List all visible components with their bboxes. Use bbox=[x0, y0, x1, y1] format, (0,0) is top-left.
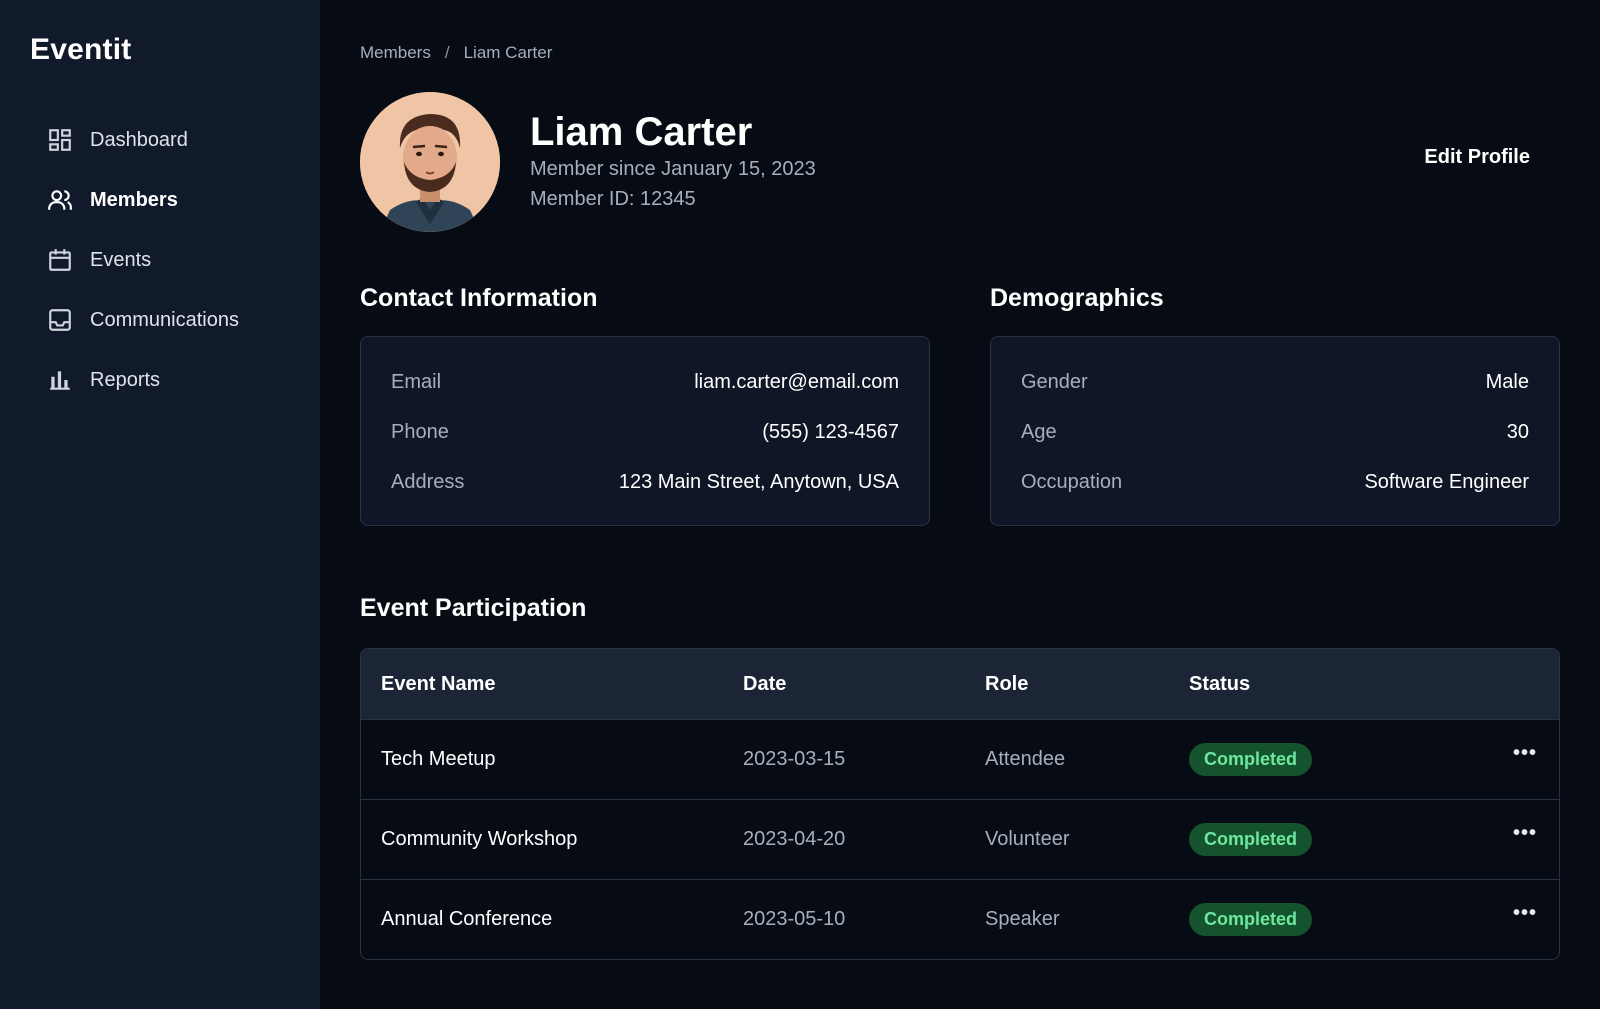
occupation-value: Software Engineer bbox=[1364, 470, 1529, 493]
event-date: 2023-03-15 bbox=[743, 748, 846, 770]
status-cell: Completed bbox=[1189, 903, 1429, 936]
more-options-icon[interactable]: ••• bbox=[1513, 902, 1537, 924]
address-value: 123 Main Street, Anytown, USA bbox=[618, 470, 899, 493]
actions-cell: ••• bbox=[1429, 822, 1559, 851]
table-row[interactable]: Community Workshop 2023-04-20 Volunteer … bbox=[361, 799, 1559, 879]
gender-value: Male bbox=[1485, 370, 1529, 393]
email-value[interactable]: liam.carter@email.com bbox=[694, 371, 899, 394]
status-cell: Completed bbox=[1189, 743, 1429, 776]
status-badge: Completed bbox=[1189, 903, 1313, 936]
more-options-icon[interactable]: ••• bbox=[1513, 822, 1537, 844]
calendar-icon bbox=[46, 246, 74, 274]
info-sections: Contact Information Email liam.carter@em… bbox=[360, 280, 1560, 526]
table-row[interactable]: Annual Conference 2023-05-10 Speaker Com… bbox=[361, 879, 1559, 959]
edit-profile-button[interactable]: Edit Profile bbox=[1424, 146, 1530, 169]
breadcrumb: Members / Liam Carter bbox=[360, 40, 1560, 66]
actions-cell: ••• bbox=[1429, 902, 1559, 931]
event-role: Attendee bbox=[985, 748, 1066, 770]
contact-section: Contact Information Email liam.carter@em… bbox=[360, 280, 930, 526]
sidebar-item-members[interactable]: Members bbox=[0, 170, 320, 230]
demographics-row-age: Age 30 bbox=[1021, 407, 1529, 457]
breadcrumb-separator: / bbox=[444, 43, 450, 62]
table-row[interactable]: Tech Meetup 2023-03-15 Attendee Complete… bbox=[361, 719, 1559, 799]
status-badge: Completed bbox=[1189, 823, 1313, 856]
sidebar-item-label: Members bbox=[90, 188, 178, 211]
event-name: Annual Conference bbox=[381, 908, 553, 930]
events-table: Event Name Date Role Status Tech Meetup … bbox=[360, 648, 1560, 960]
sidebar-nav: Dashboard Members Events Communications … bbox=[0, 110, 320, 410]
column-header-date: Date bbox=[743, 672, 787, 695]
sidebar-item-label: Dashboard bbox=[90, 128, 188, 151]
sidebar-item-label: Communications bbox=[90, 308, 239, 331]
field-label: Email bbox=[391, 370, 442, 393]
field-label: Gender bbox=[1021, 370, 1088, 393]
avatar bbox=[360, 92, 500, 232]
sidebar: Eventit Dashboard Members Events Communi… bbox=[0, 0, 320, 1009]
sidebar-item-dashboard[interactable]: Dashboard bbox=[0, 110, 320, 170]
table-header: Event Name Date Role Status bbox=[361, 649, 1559, 719]
profile-info: Liam Carter Member since January 15, 202… bbox=[530, 110, 816, 214]
dashboard-icon bbox=[46, 126, 74, 154]
breadcrumb-parent[interactable]: Members bbox=[360, 43, 431, 63]
sidebar-item-label: Events bbox=[90, 248, 152, 271]
sidebar-item-communications[interactable]: Communications bbox=[0, 290, 320, 350]
demographics-row-occupation: Occupation Software Engineer bbox=[1021, 457, 1529, 507]
profile-name: Liam Carter bbox=[530, 110, 753, 154]
contact-row-phone: Phone (555) 123-4567 bbox=[391, 407, 899, 457]
contact-card: Email liam.carter@email.com Phone (555) … bbox=[360, 336, 930, 526]
event-role: Volunteer bbox=[985, 828, 1070, 850]
sidebar-item-events[interactable]: Events bbox=[0, 230, 320, 290]
sidebar-item-label: Reports bbox=[90, 368, 161, 391]
member-id: Member ID: 12345 bbox=[530, 188, 696, 210]
column-header-status: Status bbox=[1189, 672, 1251, 695]
field-label: Occupation bbox=[1021, 470, 1123, 493]
event-role: Speaker bbox=[985, 908, 1060, 930]
event-date: 2023-04-20 bbox=[743, 828, 846, 850]
bar-chart-icon bbox=[46, 366, 74, 394]
phone-value: (555) 123-4567 bbox=[762, 420, 899, 443]
events-title: Event Participation bbox=[360, 594, 587, 622]
field-label: Address bbox=[391, 470, 465, 493]
member-since: Member since January 15, 2023 bbox=[530, 158, 816, 180]
age-value: 30 bbox=[1506, 420, 1529, 443]
contact-row-email: Email liam.carter@email.com bbox=[391, 357, 899, 407]
event-name: Tech Meetup bbox=[381, 748, 496, 770]
profile-header: Liam Carter Member since January 15, 202… bbox=[360, 92, 1560, 232]
contact-title: Contact Information bbox=[360, 284, 598, 312]
demographics-section: Demographics Gender Male Age 30 Occupati… bbox=[990, 280, 1560, 526]
field-label: Age bbox=[1021, 420, 1057, 443]
demographics-title: Demographics bbox=[990, 284, 1164, 312]
app-root: Eventit Dashboard Members Events Communi… bbox=[0, 0, 1600, 1009]
column-header-event-name: Event Name bbox=[381, 672, 496, 695]
users-icon bbox=[46, 186, 74, 214]
sidebar-item-reports[interactable]: Reports bbox=[0, 350, 320, 410]
breadcrumb-current: Liam Carter bbox=[463, 43, 553, 62]
main-content: Members / Liam Carter Liam Carter Member… bbox=[320, 0, 1600, 1009]
event-date: 2023-05-10 bbox=[743, 908, 846, 930]
inbox-icon bbox=[46, 306, 74, 334]
brand-logo[interactable]: Eventit bbox=[0, 30, 320, 70]
field-label: Phone bbox=[391, 420, 449, 443]
demographics-card: Gender Male Age 30 Occupation Software E… bbox=[990, 336, 1560, 526]
demographics-row-gender: Gender Male bbox=[1021, 357, 1529, 407]
contact-row-address: Address 123 Main Street, Anytown, USA bbox=[391, 457, 899, 507]
status-cell: Completed bbox=[1189, 823, 1429, 856]
status-badge: Completed bbox=[1189, 743, 1313, 776]
column-header-role: Role bbox=[985, 672, 1029, 695]
event-name: Community Workshop bbox=[381, 828, 578, 850]
more-options-icon[interactable]: ••• bbox=[1513, 742, 1537, 764]
actions-cell: ••• bbox=[1429, 742, 1559, 771]
